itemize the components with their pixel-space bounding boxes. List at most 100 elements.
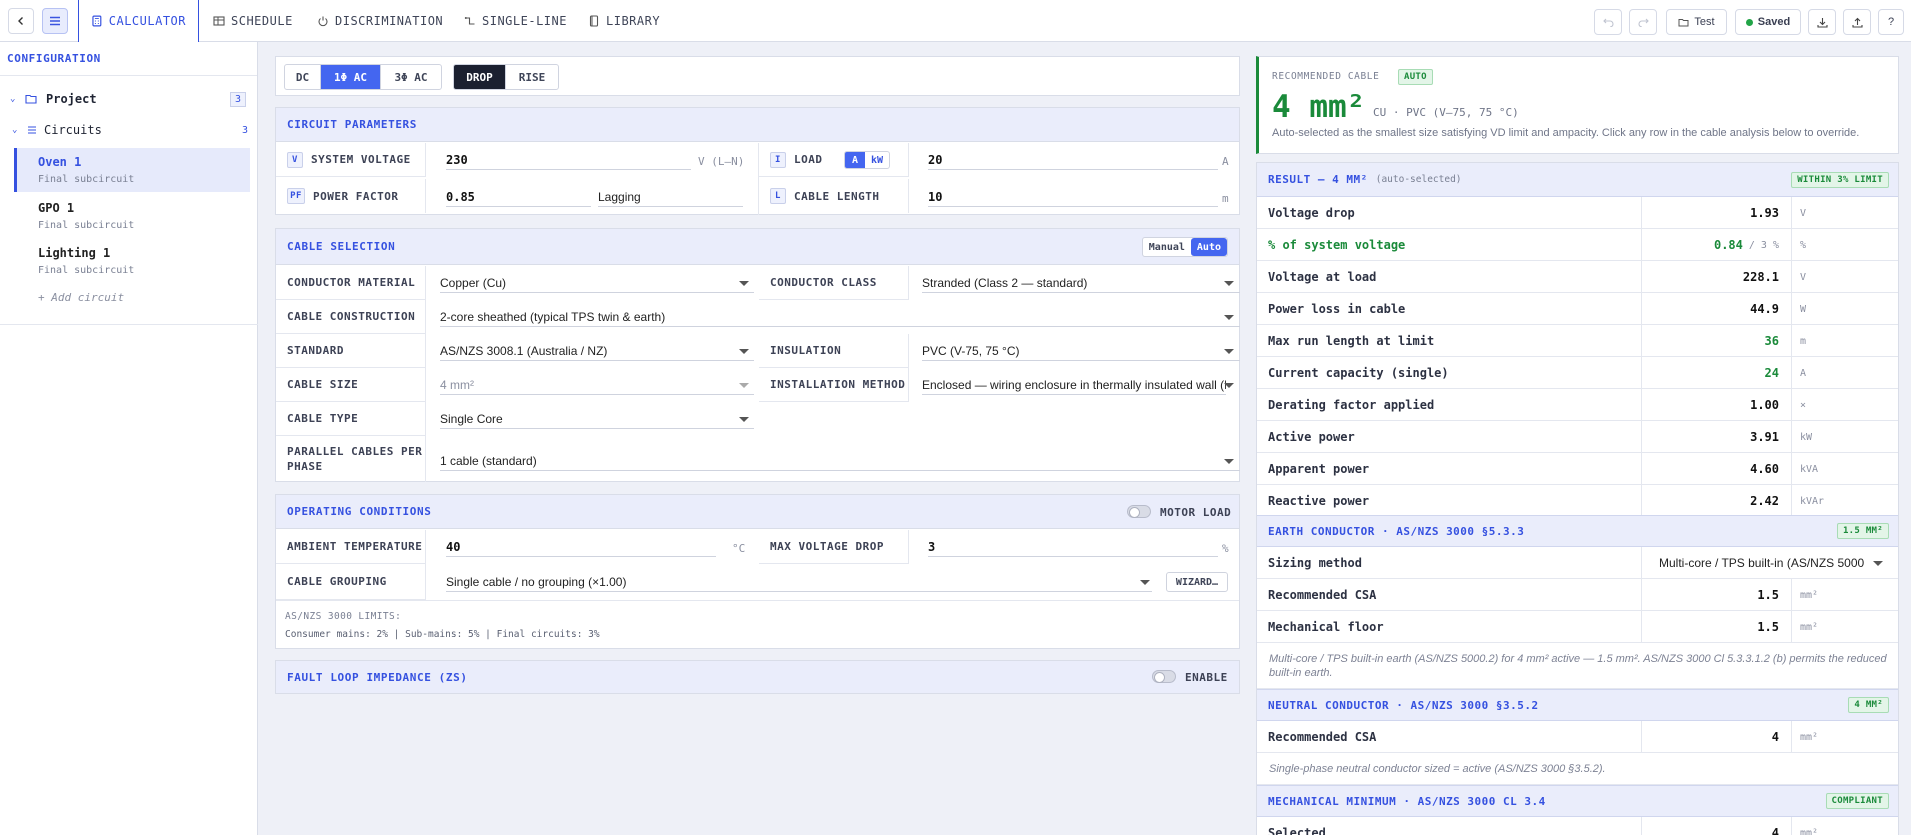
motor-load-toggle[interactable] [1127, 505, 1151, 518]
chevron-down-icon [739, 417, 749, 422]
circuit-item-oven-1[interactable]: Oven 1 Final subcircuit [14, 148, 250, 192]
unit-kw-button[interactable]: kW [865, 152, 889, 168]
label-line-1: PARALLEL CABLES PER [287, 445, 423, 458]
download-button[interactable] [1808, 9, 1836, 35]
tab-calculator[interactable]: CALCULATOR [78, 0, 199, 42]
parallel-cables-label: PARALLEL CABLES PER PHASE [276, 436, 426, 482]
row-label: Reactive power [1268, 494, 1370, 508]
project-tree-node[interactable]: ⌄ Project 3 [0, 86, 258, 112]
tab-label: SINGLE-LINE [482, 14, 567, 28]
undo-button[interactable] [1594, 9, 1622, 35]
grouping-wizard-button[interactable]: WIZARD… [1166, 572, 1228, 592]
add-circuit-button[interactable]: + Add circuit [38, 291, 124, 304]
chevron-down-icon [739, 349, 749, 354]
panel-title: OPERATING CONDITIONS [276, 495, 1239, 529]
row-value: 0.84 / 3 % [1641, 229, 1791, 261]
pf-type-select[interactable]: Lagging [598, 187, 743, 207]
chevron-down-icon: ⌄ [10, 94, 16, 104]
undo-icon [1602, 18, 1613, 27]
auto-button[interactable]: Auto [1190, 238, 1227, 256]
cable-selection-panel: CABLE SELECTION Manual Auto CONDUCTOR MA… [275, 228, 1240, 482]
cable-construction-select[interactable]: 2-core sheathed (typical TPS twin & eart… [440, 307, 1240, 327]
upload-button[interactable] [1843, 9, 1871, 35]
result-title: RESULT — 4 MM² [1268, 173, 1368, 186]
cable-length-input[interactable]: 10 [928, 187, 1218, 207]
chevron-down-icon [1224, 383, 1234, 388]
earth-title: EARTH CONDUCTOR · AS/NZS 3000 §5.3.3 [1268, 524, 1525, 538]
top-bar: CALCULATOR SCHEDULE DISCRIMINATION SINGL… [0, 0, 1911, 42]
chevron-down-icon [1224, 349, 1234, 354]
value-text: 44.9 [1750, 302, 1779, 316]
earth-note: Multi-core / TPS built-in earth (AS/NZS … [1257, 643, 1898, 689]
cable-size-select[interactable]: 4 mm² [440, 375, 754, 395]
conductor-material-label: CONDUCTOR MATERIAL [276, 266, 426, 300]
rise-button[interactable]: RISE [506, 65, 558, 89]
selection-mode-toggle: Manual Auto [1141, 237, 1228, 257]
help-button[interactable]: ? [1878, 9, 1904, 35]
value-text: 24 [1764, 366, 1779, 380]
tab-schedule[interactable]: SCHEDULE [201, 0, 305, 42]
ambient-temperature-input[interactable]: 40 [446, 537, 716, 557]
circuit-item-gpo-1[interactable]: GPO 1 Final subcircuit [14, 194, 250, 238]
parallel-cables-select[interactable]: 1 cable (standard) [440, 451, 1240, 471]
neutral-csa-row: Recommended CSA 4 mm² [1257, 721, 1898, 753]
earth-csa-row: Recommended CSA 1.5 mm² [1257, 579, 1898, 611]
circuit-name: Lighting 1 [38, 246, 111, 260]
manual-button[interactable]: Manual [1143, 238, 1191, 256]
standard-select[interactable]: AS/NZS 3008.1 (Australia / NZ) [440, 341, 754, 361]
system-voltage-input[interactable]: 230 [446, 150, 691, 170]
tab-single-line[interactable]: SINGLE-LINE [452, 0, 579, 42]
chevron-down-icon [739, 383, 749, 388]
percent-unit: % [1222, 542, 1229, 555]
row-value: 228.1 [1641, 261, 1791, 293]
cable-grouping-select[interactable]: Single cable / no grouping (×1.00) [446, 572, 1152, 592]
sizing-method-select[interactable]: Multi-core / TPS built-in (AS/NZS 5000.2… [1659, 553, 1864, 573]
row-unit: kVA [1791, 453, 1898, 485]
cable-size-label: CABLE SIZE [276, 368, 426, 402]
row-label: Recommended CSA [1268, 588, 1377, 602]
fault-loop-toggle[interactable] [1152, 670, 1176, 683]
conductor-material-select[interactable]: Copper (Cu) [440, 273, 754, 293]
supply-1ph-button[interactable]: 1Φ AC [321, 65, 381, 89]
unit-a-button[interactable]: A [845, 152, 865, 168]
row-label: Voltage drop [1268, 206, 1355, 220]
redo-button[interactable] [1629, 9, 1657, 35]
row-value: 1.5 [1641, 611, 1791, 643]
system-voltage-label: V SYSTEM VOLTAGE [276, 143, 426, 177]
insulation-select[interactable]: PVC (V-75, 75 °C) [922, 341, 1240, 361]
recommended-cable-card: RECOMMENDED CABLE AUTO 4 mm² CU · PVC (V… [1256, 56, 1899, 154]
row-value: 24 [1641, 357, 1791, 389]
project-count: 3 [229, 91, 246, 107]
project-label: Project [46, 92, 97, 106]
row-label: Mechanical floor [1268, 620, 1384, 634]
mechanical-minimum-header: MECHANICAL MINIMUM · AS/NZS 3000 CL 3.4 … [1257, 785, 1898, 817]
installation-method-select[interactable]: Enclosed — wiring enclosure in thermally… [922, 375, 1226, 395]
conductor-class-select[interactable]: Stranded (Class 2 — standard) [922, 273, 1240, 293]
menu-button[interactable] [42, 8, 68, 34]
value-text: 36 [1764, 334, 1779, 348]
label-text: SYSTEM VOLTAGE [311, 153, 411, 166]
back-button[interactable] [8, 8, 34, 34]
drop-button[interactable]: DROP [454, 65, 506, 89]
supply-3ph-button[interactable]: 3Φ AC [381, 65, 441, 89]
circuit-item-lighting-1[interactable]: Lighting 1 Final subcircuit [14, 239, 250, 283]
power-factor-input[interactable]: 0.85 [446, 187, 591, 207]
circuits-label: Circuits [44, 123, 102, 137]
circuits-tree-node[interactable]: ⌄ Circuits 3 [0, 118, 258, 142]
supply-dc-button[interactable]: DC [285, 65, 321, 89]
row-unit: kW [1791, 421, 1898, 453]
project-button[interactable]: Test [1666, 9, 1727, 35]
tab-discrimination[interactable]: DISCRIMINATION [305, 0, 455, 42]
max-voltage-drop-input[interactable]: 3 [928, 537, 1218, 557]
ambient-temperature-label: AMBIENT TEMPERATURE [276, 530, 426, 564]
chevron-down-icon [1140, 580, 1150, 585]
load-input[interactable]: 20 [928, 150, 1218, 170]
result-row: Reactive power 2.42 kVAr [1257, 485, 1898, 517]
project-name: Test [1694, 16, 1715, 28]
conductor-class-label: CONDUCTOR CLASS [759, 266, 909, 300]
row-unit: m [1791, 325, 1898, 357]
cable-type-select[interactable]: Single Core [440, 409, 754, 429]
power-factor-label: PF POWER FACTOR [276, 179, 426, 213]
tab-library[interactable]: LIBRARY [576, 0, 672, 42]
divider [276, 600, 1239, 601]
